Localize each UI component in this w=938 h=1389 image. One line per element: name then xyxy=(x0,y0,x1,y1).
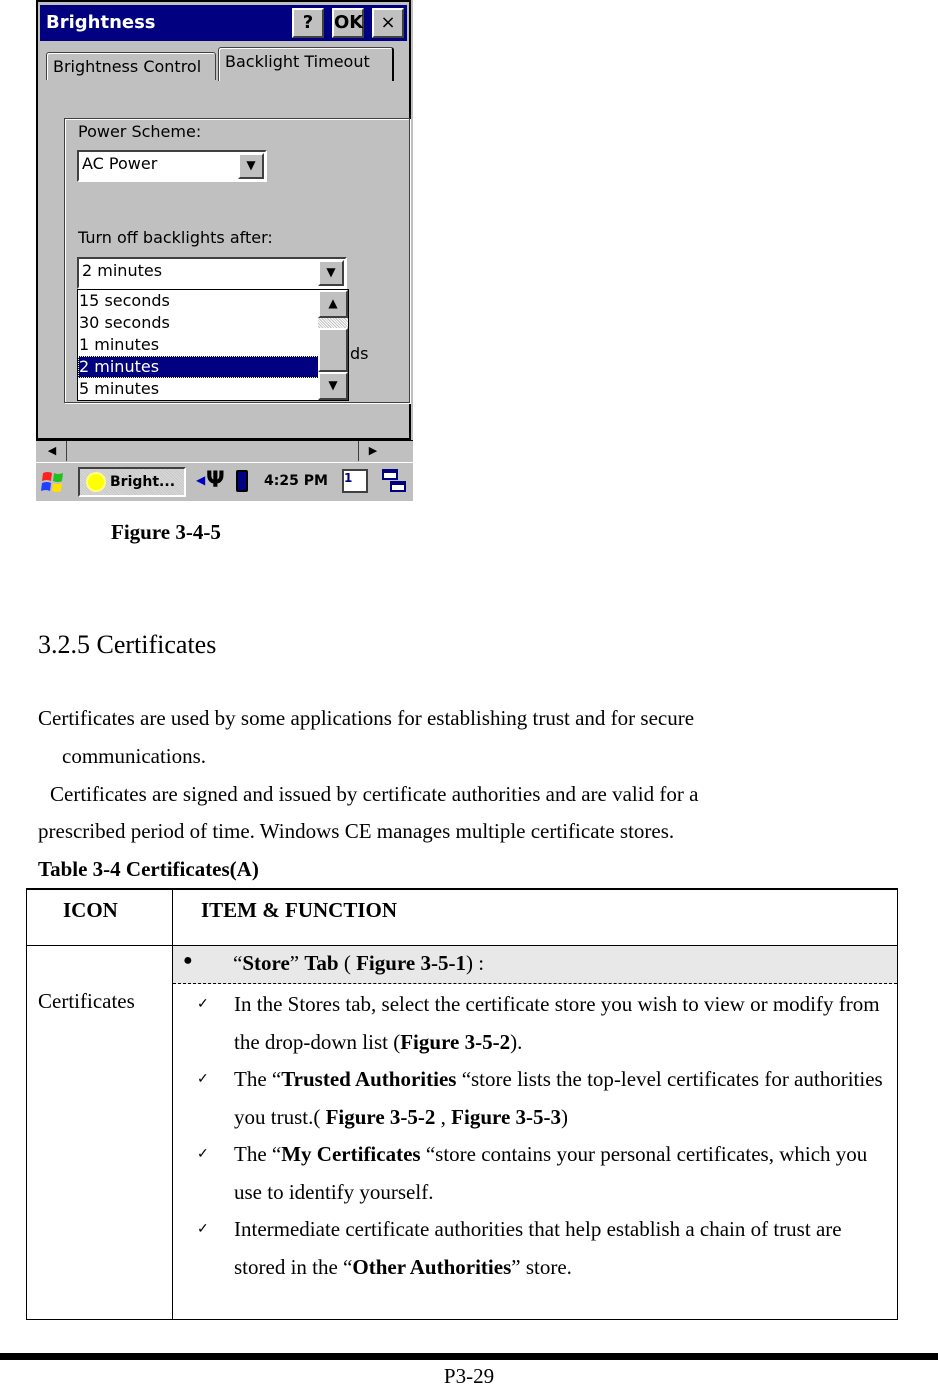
power-scheme-select[interactable]: AC Power ▼ xyxy=(77,150,267,182)
close-button[interactable]: × xyxy=(372,8,404,38)
switch-windows-icon[interactable] xyxy=(382,469,408,495)
list-item: ✓ Intermediate certificate authorities t… xyxy=(173,1211,894,1286)
battery-icon[interactable] xyxy=(236,470,248,492)
table-caption: Table 3-4 Certificates(A) xyxy=(38,857,259,881)
checkmark-icon: ✓ xyxy=(197,1072,209,1087)
dropdown-scrollbar[interactable]: ▲ ▼ xyxy=(318,290,348,400)
bullet-icon: ● xyxy=(183,952,193,969)
paragraph-2-line-2: prescribed period of time. Windows CE ma… xyxy=(38,819,675,843)
ok-button[interactable]: OK xyxy=(332,8,364,38)
dropdown-option[interactable]: 1 minutes xyxy=(78,334,319,356)
help-button[interactable]: ? xyxy=(292,8,324,38)
scroll-down-arrow-icon[interactable]: ▼ xyxy=(318,372,348,400)
footer-rule xyxy=(0,1353,938,1360)
scroll-right-arrow-icon[interactable]: ▶ xyxy=(358,441,387,461)
horizontal-scrollbar[interactable]: ◀ ▶ xyxy=(36,440,413,463)
row-icon-label: Certificates xyxy=(38,989,135,1013)
occluded-label-fragment: ds xyxy=(350,344,369,363)
dropdown-option[interactable]: 30 seconds xyxy=(78,312,319,334)
store-tab-text: “Store” Tab ( Figure 3-5-1) : xyxy=(233,951,485,975)
brightness-screenshot: Brightness ? OK × Brightness Control Bac… xyxy=(36,0,413,501)
chevron-down-icon[interactable]: ▼ xyxy=(318,260,344,286)
checkmark-icon: ✓ xyxy=(197,1147,209,1162)
power-scheme-value: AC Power xyxy=(82,154,158,173)
start-windows-logo-icon[interactable] xyxy=(40,469,66,495)
dropdown-option[interactable]: 15 seconds xyxy=(78,290,319,312)
taskbar: Bright... ◀ Ψ 4:25 PM 1 xyxy=(36,462,413,501)
scroll-up-arrow-icon[interactable]: ▲ xyxy=(318,290,348,318)
scroll-thumb[interactable] xyxy=(318,328,348,372)
header-icon: ICON xyxy=(63,898,118,922)
header-item-function: ITEM & FUNCTION xyxy=(201,898,398,922)
paragraph-1-line-2: communications. xyxy=(62,744,207,768)
backlight-timeout-select[interactable]: 2 minutes ▼ xyxy=(77,257,347,289)
power-scheme-label: Power Scheme: xyxy=(78,122,202,141)
task-button-brightness[interactable]: Bright... xyxy=(78,467,186,497)
input-panel-pen-icon[interactable]: 1 xyxy=(342,469,368,493)
paragraph-2-line-1: Certificates are signed and issued by ce… xyxy=(50,782,699,806)
certificates-table: ICON ITEM & FUNCTION Certificates ● “Sto… xyxy=(26,888,898,1320)
brightness-window: Brightness ? OK × Brightness Control Bac… xyxy=(36,0,411,440)
dropdown-option[interactable]: 5 minutes xyxy=(78,378,319,400)
timeout-dropdown-list: 15 seconds 30 seconds 1 minutes 2 minute… xyxy=(77,289,349,401)
window-glyph xyxy=(390,481,406,492)
checkmark-icon: ✓ xyxy=(197,997,209,1012)
clock[interactable]: 4:25 PM xyxy=(264,473,328,489)
checkmark-icon: ✓ xyxy=(197,1222,209,1237)
title-bar: Brightness ? OK × xyxy=(40,5,407,41)
backlight-timeout-value: 2 minutes xyxy=(82,261,163,280)
turn-off-label: Turn off backlights after: xyxy=(78,228,273,247)
tray-expand-arrow-icon[interactable]: ◀ xyxy=(196,473,205,487)
tab-backlight-timeout[interactable]: Backlight Timeout xyxy=(218,47,394,81)
page-number: P3-29 xyxy=(443,1364,495,1388)
list-item: ✓ In the Stores tab, select the certific… xyxy=(173,986,894,1061)
list-item: ✓ The “My Certificates “store contains y… xyxy=(173,1136,894,1211)
task-button-label: Bright... xyxy=(110,474,176,490)
scroll-track[interactable] xyxy=(318,318,348,328)
antenna-signal-icon[interactable]: Ψ xyxy=(206,468,225,493)
scroll-left-arrow-icon[interactable]: ◀ xyxy=(38,441,67,461)
dropdown-option-selected[interactable]: 2 minutes xyxy=(78,356,319,378)
figure-caption: Figure 3-4-5 xyxy=(111,520,221,544)
list-item: ✓ The “Trusted Authorities “store lists … xyxy=(173,1061,894,1136)
window-title: Brightness xyxy=(46,12,156,33)
chevron-down-icon[interactable]: ▼ xyxy=(238,153,264,179)
store-tab-row: ● “Store” Tab ( Figure 3-5-1) : xyxy=(173,946,897,984)
sip-label: 1 xyxy=(344,471,353,485)
function-list: ✓ In the Stores tab, select the certific… xyxy=(173,986,897,1286)
window-glyph xyxy=(382,469,398,480)
sun-icon xyxy=(88,474,104,490)
tab-brightness-control[interactable]: Brightness Control xyxy=(46,52,216,80)
section-heading: 3.2.5 Certificates xyxy=(38,630,217,659)
paragraph-1-line-1: Certificates are used by some applicatio… xyxy=(38,706,695,730)
